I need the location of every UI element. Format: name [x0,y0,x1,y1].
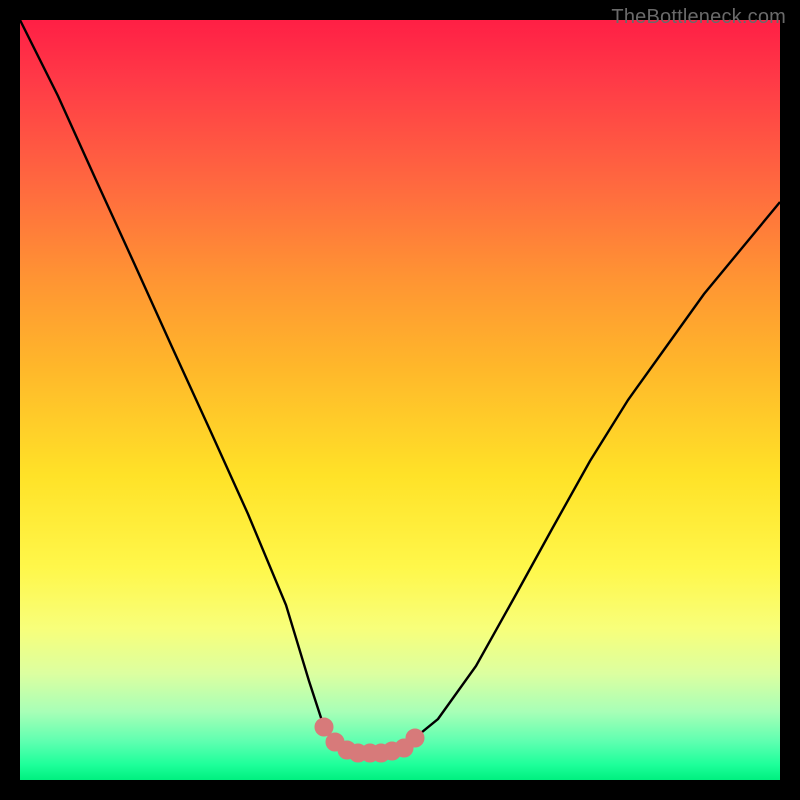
curve-overlay [20,20,780,780]
watermark-text: TheBottleneck.com [611,6,786,29]
flat-region-dots [315,718,424,762]
plot-area [20,20,780,780]
chart-frame: TheBottleneck.com [0,0,800,800]
bottleneck-curve [20,20,780,757]
